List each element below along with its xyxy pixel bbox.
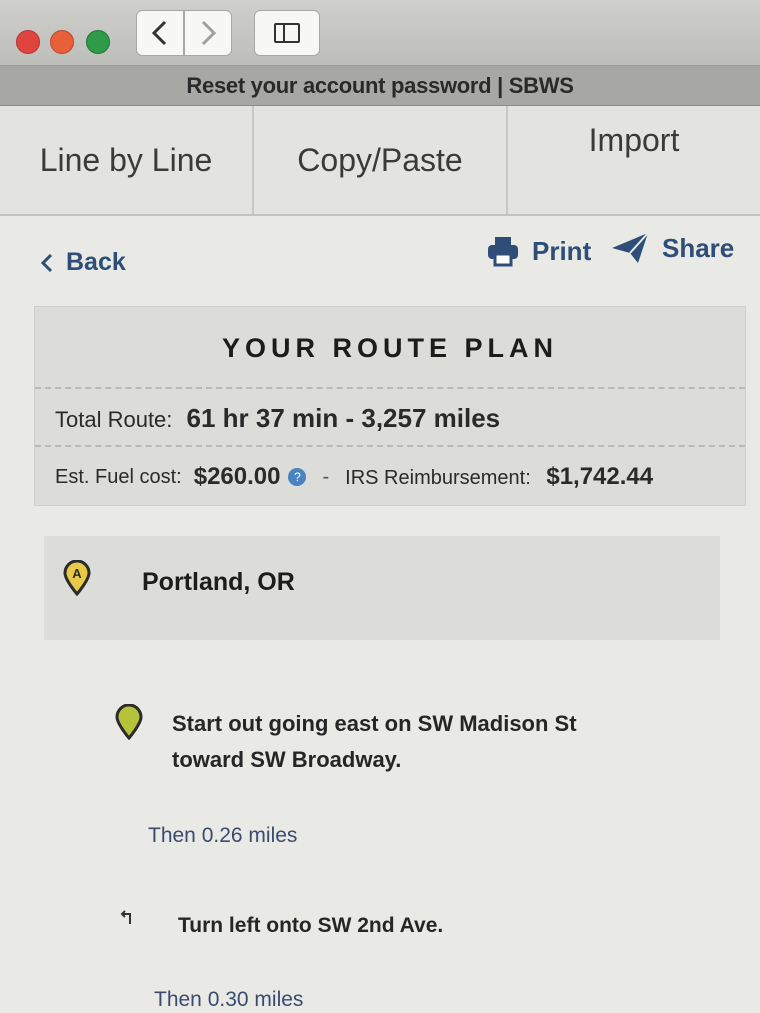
back-label: Back bbox=[66, 248, 126, 276]
browser-back-button[interactable] bbox=[136, 10, 184, 56]
browser-tab[interactable]: Reset your account password | SBWS bbox=[0, 66, 760, 106]
browser-forward-button[interactable] bbox=[184, 10, 232, 56]
step-distance: Then 0.30 miles bbox=[154, 988, 304, 1011]
direction-step-text: Turn left onto SW 2nd Ave. bbox=[178, 914, 444, 937]
sidebar-icon bbox=[274, 23, 300, 43]
tab-line-by-line[interactable]: Line by Line bbox=[0, 106, 254, 214]
chevron-left-icon bbox=[151, 20, 167, 46]
divider bbox=[35, 387, 745, 389]
pin-letter: A bbox=[72, 566, 82, 581]
irs-row: IRS Reimbursement: $1,742.44 bbox=[345, 463, 653, 491]
start-location-card: A Portland, OR bbox=[44, 536, 720, 640]
tab-title: Reset your account password | SBWS bbox=[186, 72, 574, 98]
info-icon[interactable]: ? bbox=[288, 468, 307, 486]
chevron-right-icon bbox=[201, 20, 217, 46]
separator: - bbox=[322, 465, 330, 488]
tab-copy-paste[interactable]: Copy/Paste bbox=[254, 106, 508, 214]
total-route-row: Total Route: 61 hr 37 min - 3,257 miles bbox=[55, 403, 500, 434]
total-route-label: Total Route: bbox=[55, 407, 173, 432]
start-location-name: Portland, OR bbox=[142, 568, 295, 596]
map-pin-icon bbox=[115, 704, 143, 740]
fuel-cost-label: Est. Fuel cost: bbox=[55, 465, 182, 488]
route-summary-card: YOUR ROUTE PLAN Total Route: 61 hr 37 mi… bbox=[34, 306, 746, 506]
tab-import[interactable]: Import bbox=[508, 106, 760, 214]
turn-left-icon bbox=[118, 908, 134, 931]
sidebar-toggle-button[interactable] bbox=[254, 10, 320, 56]
share-label: Share bbox=[662, 232, 735, 263]
route-plan-title: YOUR ROUTE PLAN bbox=[221, 333, 558, 363]
map-pin-a-icon: A bbox=[63, 560, 91, 596]
cost-row: Est. Fuel cost: $260.00 ? - IRS Reimburs… bbox=[55, 463, 653, 491]
fuel-cost-value: $260.00 bbox=[193, 463, 281, 490]
minimize-window-button[interactable] bbox=[50, 30, 74, 54]
close-window-button[interactable] bbox=[16, 30, 40, 54]
direction-step-text: Start out going east on SW Madison St to… bbox=[172, 711, 577, 772]
chevron-left-icon bbox=[40, 253, 53, 272]
share-button[interactable]: Share bbox=[610, 230, 734, 266]
total-route-value: 61 hr 37 min - 3,257 miles bbox=[186, 403, 501, 433]
divider bbox=[35, 445, 745, 447]
irs-value: $1,742.44 bbox=[546, 463, 654, 490]
zoom-window-button[interactable] bbox=[86, 30, 110, 54]
printer-icon bbox=[488, 237, 518, 267]
input-mode-tabs: Line by Line Copy/Paste Import bbox=[0, 106, 760, 216]
step-distance: Then 0.26 miles bbox=[148, 824, 298, 847]
print-button[interactable]: Print bbox=[486, 234, 591, 268]
back-link[interactable]: Back bbox=[40, 248, 126, 277]
print-label: Print bbox=[532, 235, 592, 266]
paper-plane-icon bbox=[612, 232, 649, 263]
window-titlebar bbox=[0, 0, 760, 66]
irs-label: IRS Reimbursement: bbox=[345, 467, 531, 489]
